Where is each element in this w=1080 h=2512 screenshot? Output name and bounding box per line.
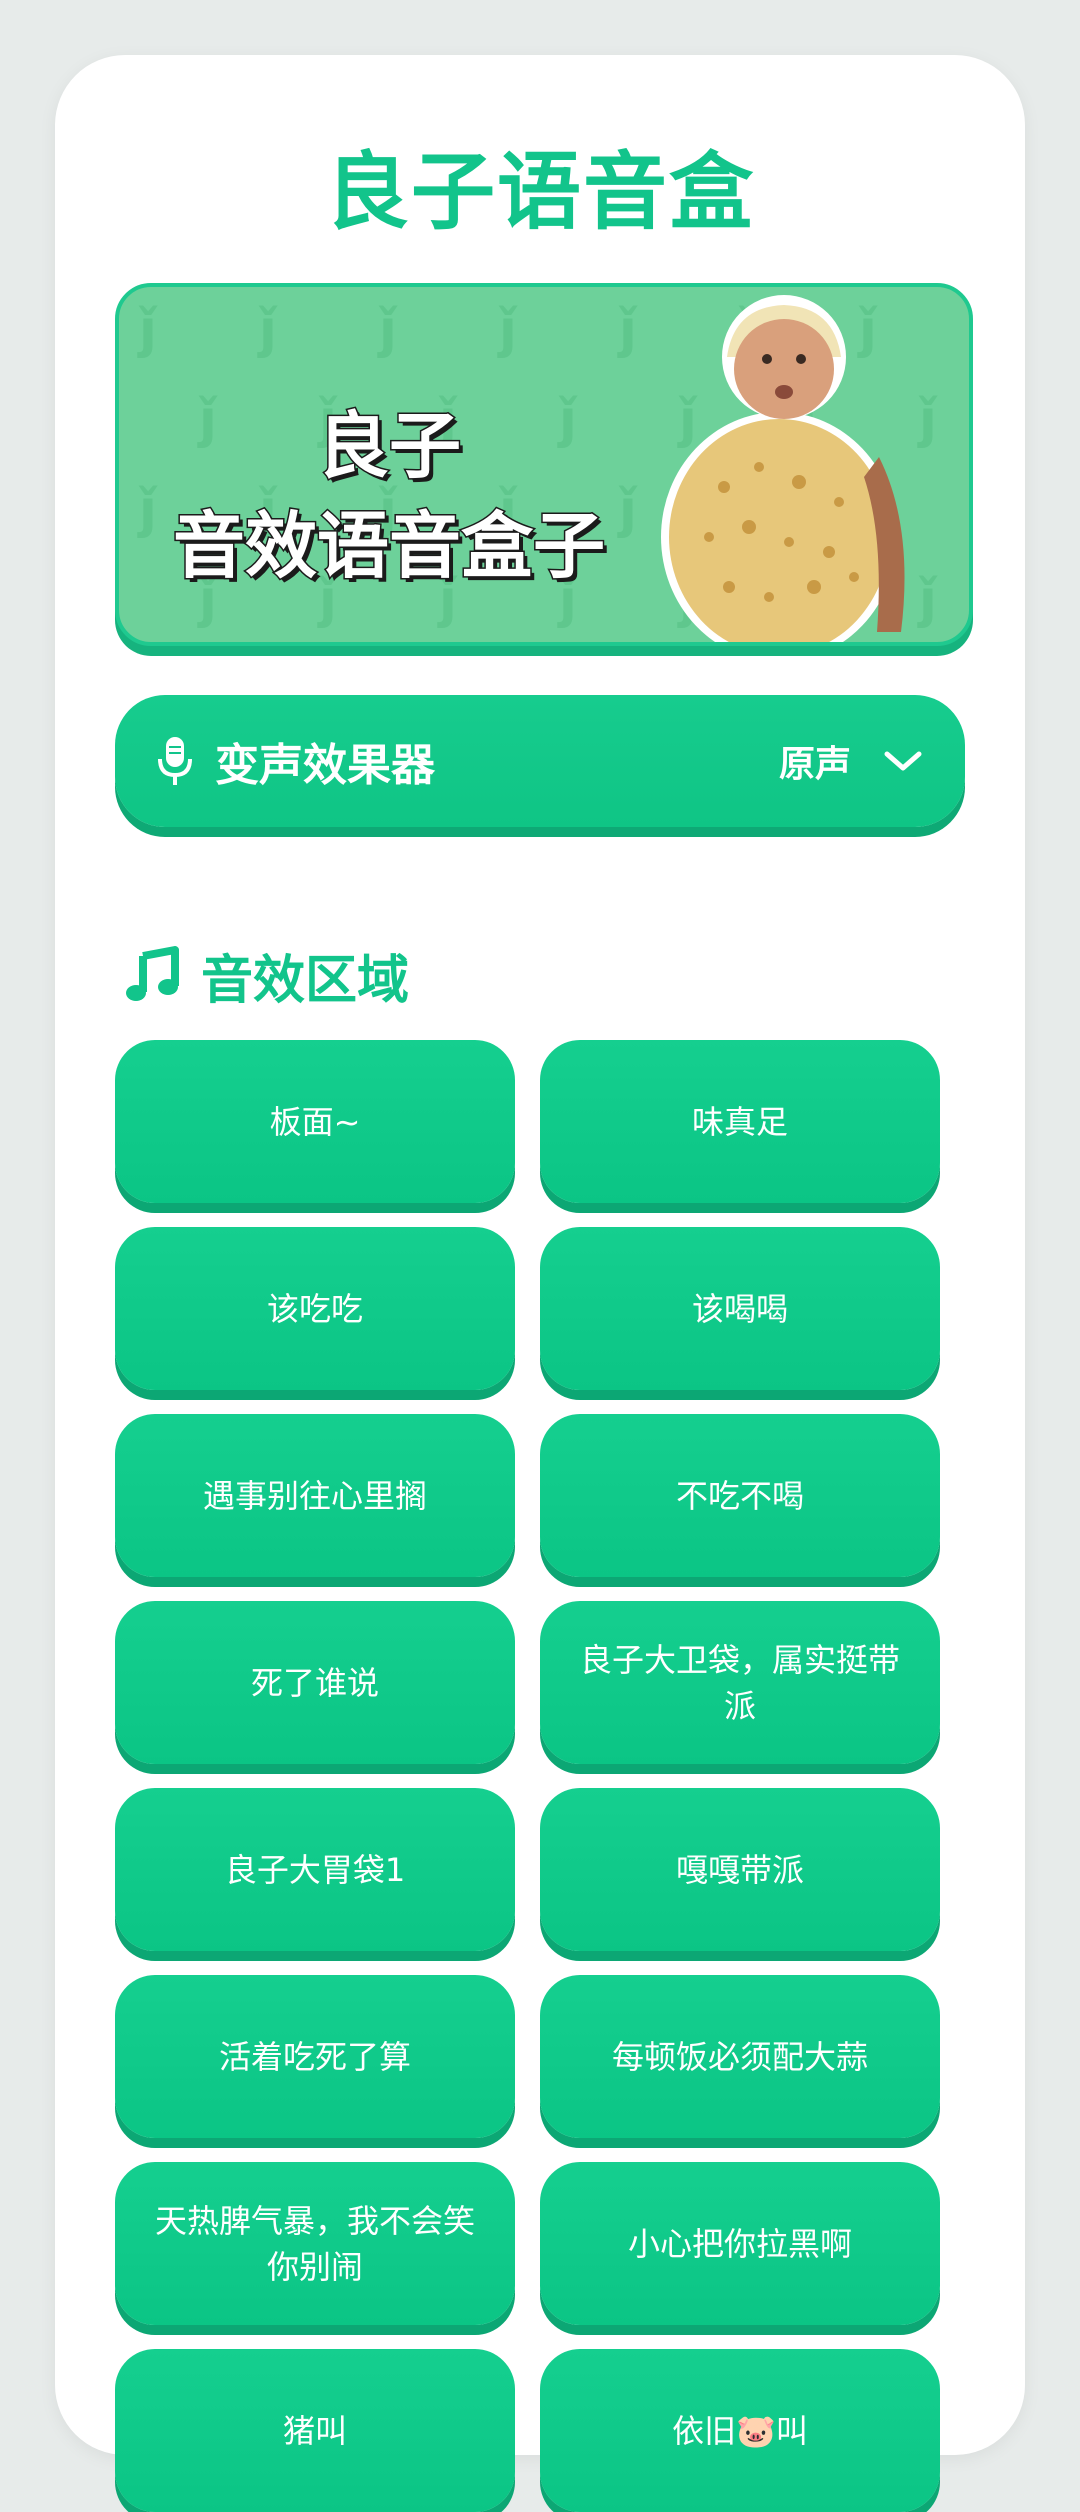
section-title: 音效区域 (201, 950, 410, 1011)
chevron-down-icon (884, 751, 922, 771)
sound-button[interactable]: 嘎嘎带派 (540, 1788, 940, 1951)
voice-changer-dropdown[interactable]: 变声效果器 原声 (115, 695, 965, 827)
sound-button[interactable]: 天热脾气暴，我不会笑你别闹 (115, 2162, 515, 2325)
svg-text:ǰ: ǰ (257, 300, 278, 360)
sound-button[interactable]: 遇事别往心里搁 (115, 1414, 515, 1577)
main-card: 良子语音盒 ǰǰǰǰǰǰǰ ǰǰǰǰǰǰǰ ǰǰǰǰǰǰǰ ǰǰǰǰǰǰǰ 良子… (55, 55, 1025, 2512)
sound-button[interactable]: 味真足 (540, 1040, 940, 1203)
sound-button[interactable]: 依旧🐷叫 (540, 2349, 940, 2512)
voice-changer-value: 原声 (778, 744, 851, 785)
sound-button[interactable]: 板面~ (115, 1040, 515, 1203)
banner-title: 良子 (315, 403, 462, 490)
sound-button[interactable]: 良子大卫袋，属实挺带派 (540, 1601, 940, 1764)
sound-button[interactable]: 小心把你拉黑啊 (540, 2162, 940, 2325)
svg-text:ǰ: ǰ (137, 300, 158, 360)
sound-button[interactable]: 每顿饭必须配大蒜 (540, 1975, 940, 2138)
mascot-figure (661, 295, 905, 642)
banner-subtitle: 音效语音盒子 (171, 503, 606, 590)
sound-button[interactable]: 该喝喝 (540, 1227, 940, 1390)
voice-changer-label: 变声效果器 (215, 740, 435, 791)
sound-button[interactable]: 良子大胃袋1 (115, 1788, 515, 1951)
sound-button[interactable]: 不吃不喝 (540, 1414, 940, 1577)
svg-text:ǰ: ǰ (497, 300, 518, 360)
sound-button[interactable]: 猪叫 (115, 2349, 515, 2512)
sound-button[interactable]: 活着吃死了算 (115, 1975, 515, 2138)
mic-icon (158, 737, 192, 785)
music-note-icon (126, 946, 179, 1001)
banner-image: ǰǰǰǰǰǰǰ ǰǰǰǰǰǰǰ ǰǰǰǰǰǰǰ ǰǰǰǰǰǰǰ 良子 音效语音盒… (115, 283, 973, 646)
app-title: 良子语音盒 (324, 143, 755, 241)
sound-button[interactable]: 该吃吃 (115, 1227, 515, 1390)
svg-text:ǰ: ǰ (377, 300, 398, 360)
sound-section-header: 音效区域 (125, 940, 410, 1011)
sound-button[interactable]: 死了谁说 (115, 1601, 515, 1764)
